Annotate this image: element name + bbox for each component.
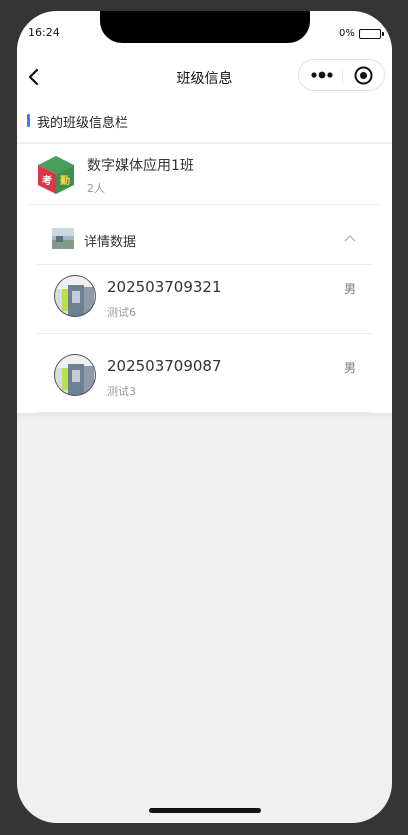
student-name: 测试3 bbox=[107, 385, 136, 398]
notch bbox=[100, 11, 310, 43]
student-id: 202503709321 bbox=[107, 278, 222, 296]
more-icon[interactable] bbox=[311, 70, 335, 80]
class-member-count: 2人 bbox=[87, 182, 105, 195]
section-header: 我的班级信息栏 bbox=[17, 99, 392, 142]
attendance-logo-icon: 考 勤 bbox=[38, 156, 74, 194]
miniprogram-capsule bbox=[298, 59, 385, 91]
section-title: 我的班级信息栏 bbox=[37, 116, 129, 131]
section-accent-bar bbox=[27, 114, 30, 127]
student-row[interactable]: 202503709321 测试6 男 bbox=[37, 266, 372, 334]
battery-percent: 0% bbox=[339, 28, 355, 39]
status-bar: 16:24 0% bbox=[17, 11, 392, 55]
nav-bar: 班级信息 bbox=[17, 55, 392, 99]
class-card: 考 勤 数字媒体应用1班 2人 详情数据 202503709321 测试6 男 … bbox=[17, 144, 392, 413]
student-gender: 男 bbox=[344, 282, 357, 296]
chevron-up-icon[interactable] bbox=[344, 234, 356, 242]
student-gender: 男 bbox=[344, 361, 357, 375]
student-avatar bbox=[54, 354, 96, 396]
battery-icon bbox=[359, 29, 384, 39]
capsule-divider bbox=[342, 68, 343, 83]
home-indicator bbox=[149, 808, 261, 813]
phone-screen: 16:24 0% 班级信息 我的班级信息栏 考 勤 数字媒体应用1班 2人 详情… bbox=[17, 11, 392, 823]
close-miniprogram-icon[interactable] bbox=[354, 66, 373, 85]
student-row[interactable]: 202503709087 测试3 男 bbox=[37, 345, 372, 413]
student-name: 测试6 bbox=[107, 306, 136, 319]
logo-char-1: 考 bbox=[42, 174, 52, 187]
student-avatar bbox=[54, 275, 96, 317]
detail-label: 详情数据 bbox=[84, 235, 137, 250]
student-id: 202503709087 bbox=[107, 357, 222, 375]
status-time: 16:24 bbox=[28, 26, 60, 39]
logo-char-2: 勤 bbox=[60, 174, 70, 187]
divider bbox=[37, 264, 372, 265]
card-shadow bbox=[17, 413, 392, 419]
divider bbox=[27, 204, 380, 205]
divider bbox=[37, 333, 372, 334]
detail-thumbnail-icon bbox=[52, 228, 74, 249]
class-name: 数字媒体应用1班 bbox=[87, 158, 194, 174]
